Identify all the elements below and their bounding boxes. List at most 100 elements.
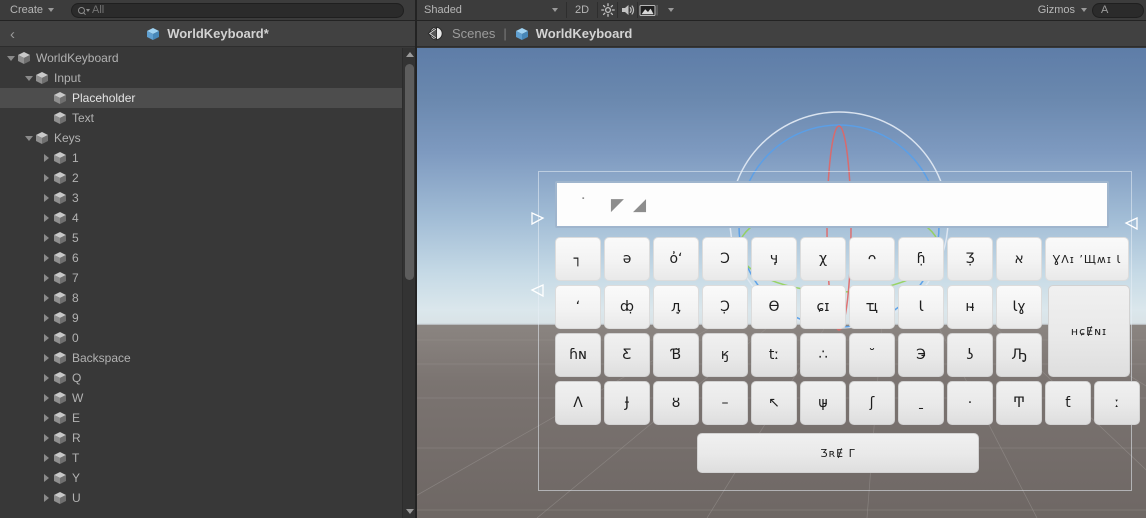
- key-o[interactable]: ʜ̵: [947, 285, 993, 329]
- scene-viewport[interactable]: ˙ ◤◢ ┐ ə ὀʻ Ɔӌ χ ᴖ ɦ̣ Ʒ̣ א ƔɅɪ ʼЩʍɪ Ɩ ʻ ȸ̣ ӆ̣ Ɔ̣ Ѳɕɪ ҵ…: [417, 48, 1146, 518]
- toggle-audio-button[interactable]: [619, 1, 636, 19]
- chevron-right-icon[interactable]: [40, 494, 53, 502]
- chevron-down-icon[interactable]: [22, 135, 35, 141]
- hierarchy-row-4[interactable]: 4: [0, 208, 415, 228]
- key-a[interactable]: ɦɴ: [555, 333, 601, 377]
- create-button[interactable]: Create: [2, 2, 60, 19]
- hierarchy-row-input[interactable]: Input: [0, 68, 415, 88]
- world-keyboard-object[interactable]: ˙ ◤◢ ┐ ə ὀʻ Ɔӌ χ ᴖ ɦ̣ Ʒ̣ א ƔɅɪ ʼЩʍɪ Ɩ ʻ ȸ̣ ӆ̣ Ɔ̣ Ѳɕɪ ҵ…: [530, 171, 1140, 491]
- toggle-effects-button[interactable]: [639, 1, 656, 19]
- hierarchy-row-u[interactable]: U: [0, 488, 415, 508]
- key-t[interactable]: Ѳ: [751, 285, 797, 329]
- key-9[interactable]: Ʒ̣: [947, 237, 993, 281]
- hierarchy-row-q[interactable]: Q: [0, 368, 415, 388]
- chevron-right-icon[interactable]: [40, 354, 53, 362]
- key-4[interactable]: Ɔ: [702, 237, 748, 281]
- key-w[interactable]: ȸ̣: [604, 285, 650, 329]
- hierarchy-row-y[interactable]: Y: [0, 468, 415, 488]
- key-5[interactable]: ӌ: [751, 237, 797, 281]
- key-i[interactable]: Ɩ: [898, 285, 944, 329]
- hierarchy-row-keys[interactable]: Keys: [0, 128, 415, 148]
- key-s[interactable]: Ƹ: [604, 333, 650, 377]
- hierarchy-row-6[interactable]: 6: [0, 248, 415, 268]
- gizmos-dropdown[interactable]: Gizmos: [1031, 1, 1092, 19]
- draw-mode-dropdown[interactable]: Shaded: [417, 1, 565, 19]
- prefab-back-button[interactable]: ‹: [4, 21, 21, 47]
- chevron-right-icon[interactable]: [40, 474, 53, 482]
- hierarchy-row-w[interactable]: W: [0, 388, 415, 408]
- chevron-right-icon[interactable]: [40, 254, 53, 262]
- key-8[interactable]: ɦ̣: [898, 237, 944, 281]
- key-quote[interactable]: ƭ: [1045, 381, 1091, 425]
- breadcrumb-scenes-link[interactable]: Scenes: [452, 26, 495, 41]
- hierarchy-search-input[interactable]: [92, 4, 404, 16]
- key-d[interactable]: Ɓ̈: [653, 333, 699, 377]
- hierarchy-row-text[interactable]: Text: [0, 108, 415, 128]
- key-semicolon[interactable]: Ԡ̣: [996, 333, 1042, 377]
- effects-dropdown-button[interactable]: |: [656, 1, 674, 19]
- toggle-2d-button[interactable]: 2D: [568, 1, 596, 19]
- chevron-right-icon[interactable]: [40, 214, 53, 222]
- key-0[interactable]: א: [996, 237, 1042, 281]
- key-v[interactable]: –: [702, 381, 748, 425]
- key-u[interactable]: ҵ: [849, 285, 895, 329]
- input-field[interactable]: ˙ ◤◢: [555, 181, 1109, 228]
- rect-handle-right-top[interactable]: [1124, 216, 1139, 231]
- scene-search-field[interactable]: A: [1092, 2, 1144, 18]
- key-enter[interactable]: ʜɕɆɴɪ: [1048, 285, 1130, 377]
- key-p[interactable]: Ɩɣ: [996, 285, 1042, 329]
- key-q[interactable]: ʻ: [555, 285, 601, 329]
- key-2[interactable]: ə: [604, 237, 650, 281]
- hierarchy-row-2[interactable]: 2: [0, 168, 415, 188]
- chevron-right-icon[interactable]: [40, 194, 53, 202]
- key-period[interactable]: ·: [947, 381, 993, 425]
- chevron-right-icon[interactable]: [40, 414, 53, 422]
- key-g[interactable]: tː: [751, 333, 797, 377]
- rect-handle-left-top[interactable]: [530, 211, 545, 226]
- hierarchy-row-backspace[interactable]: Backspace: [0, 348, 415, 368]
- key-l[interactable]: ʖ: [947, 333, 993, 377]
- key-3[interactable]: ὀʻ: [653, 237, 699, 281]
- chevron-right-icon[interactable]: [40, 434, 53, 442]
- back-arrow-icon[interactable]: [427, 26, 444, 41]
- key-7[interactable]: ᴖ: [849, 237, 895, 281]
- key-h[interactable]: ∴: [800, 333, 846, 377]
- key-m[interactable]: ʃ: [849, 381, 895, 425]
- key-c[interactable]: ȣ: [653, 381, 699, 425]
- key-e[interactable]: ӆ̣: [653, 285, 699, 329]
- key-z[interactable]: Ʌ: [555, 381, 601, 425]
- key-comma[interactable]: ˍ: [898, 381, 944, 425]
- hierarchy-row-7[interactable]: 7: [0, 268, 415, 288]
- chevron-right-icon[interactable]: [40, 294, 53, 302]
- chevron-right-icon[interactable]: [40, 154, 53, 162]
- key-b[interactable]: ↖: [751, 381, 797, 425]
- hierarchy-row-8[interactable]: 8: [0, 288, 415, 308]
- hierarchy-scrollbar-thumb[interactable]: [405, 64, 414, 280]
- chevron-down-icon[interactable]: [22, 75, 35, 81]
- chevron-right-icon[interactable]: [40, 174, 53, 182]
- key-x[interactable]: Ɉ: [604, 381, 650, 425]
- key-k[interactable]: Э̵: [898, 333, 944, 377]
- hierarchy-scrollbar[interactable]: [402, 48, 415, 518]
- key-space[interactable]: ƷʀɆ Γ: [697, 433, 979, 473]
- key-slash[interactable]: Ͳ: [996, 381, 1042, 425]
- hierarchy-search-field[interactable]: [71, 2, 405, 18]
- hierarchy-row-r[interactable]: R: [0, 428, 415, 448]
- key-r[interactable]: Ɔ̣: [702, 285, 748, 329]
- hierarchy-row-worldkeyboard[interactable]: WorldKeyboard: [0, 48, 415, 68]
- chevron-right-icon[interactable]: [40, 314, 53, 322]
- key-n[interactable]: ψ̵: [800, 381, 846, 425]
- hierarchy-row-0[interactable]: 0: [0, 328, 415, 348]
- chevron-right-icon[interactable]: [40, 274, 53, 282]
- chevron-down-icon[interactable]: [4, 55, 17, 61]
- key-y[interactable]: ɕɪ: [800, 285, 846, 329]
- hierarchy-row-3[interactable]: 3: [0, 188, 415, 208]
- hierarchy-row-e[interactable]: E: [0, 408, 415, 428]
- chevron-right-icon[interactable]: [40, 394, 53, 402]
- hierarchy-row-1[interactable]: 1: [0, 148, 415, 168]
- key-6[interactable]: χ: [800, 237, 846, 281]
- chevron-right-icon[interactable]: [40, 234, 53, 242]
- chevron-right-icon[interactable]: [40, 334, 53, 342]
- hierarchy-row-5[interactable]: 5: [0, 228, 415, 248]
- hierarchy-tree[interactable]: WorldKeyboard Input Placeholder Text Keys 1 2 3…: [0, 48, 415, 518]
